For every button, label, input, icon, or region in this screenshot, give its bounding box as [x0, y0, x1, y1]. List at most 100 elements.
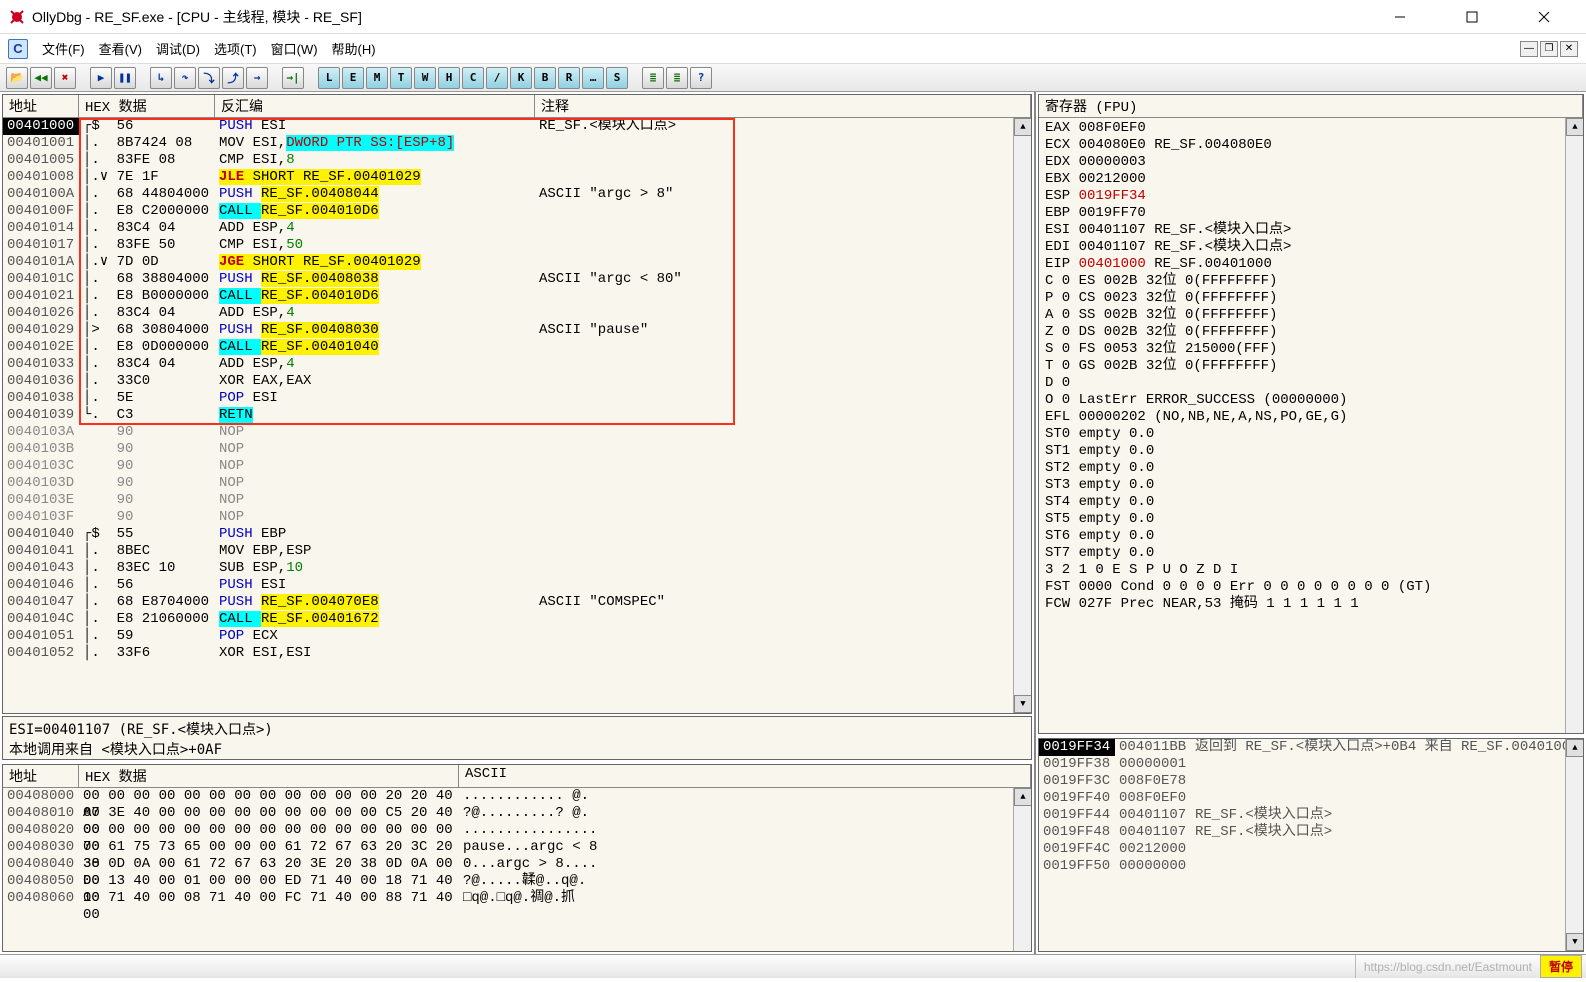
- tb-b[interactable]: B: [534, 67, 556, 89]
- disasm-row[interactable]: 00401052│. 33F6XOR ESI,ESI: [3, 645, 1031, 662]
- scroll-down[interactable]: ▼: [1014, 695, 1031, 713]
- disasm-row[interactable]: 00401021│. E8 B0000000CALL RE_SF.004010D…: [3, 288, 1031, 305]
- tb-m[interactable]: M: [366, 67, 388, 89]
- disasm-row[interactable]: 0040103A 90NOP: [3, 424, 1031, 441]
- col-hex[interactable]: HEX 数据: [79, 95, 215, 117]
- dump-col-hex[interactable]: HEX 数据: [79, 765, 459, 787]
- dump-row[interactable]: 0040803070 61 75 73 65 00 00 00 61 72 67…: [3, 839, 1031, 856]
- menu-help[interactable]: 帮助(H): [332, 39, 376, 58]
- disasm-row[interactable]: 00401046│. 56PUSH ESI: [3, 577, 1031, 594]
- stack-row[interactable]: 0019FF3C008F0E78: [1039, 773, 1583, 790]
- registers-pane[interactable]: 寄存器 (FPU) EAX 008F0EF0ECX 004080E0 RE_SF…: [1038, 94, 1584, 734]
- disasm-row[interactable]: 0040103F 90NOP: [3, 509, 1031, 526]
- dump-row[interactable]: 00408010A7 3E 40 00 00 00 00 00 00 00 00…: [3, 805, 1031, 822]
- tb-traceinto[interactable]: ⤵: [198, 67, 220, 89]
- stack-row[interactable]: 0019FF3800000001: [1039, 756, 1583, 773]
- scroll-down[interactable]: ▼: [1566, 933, 1583, 951]
- tb-t[interactable]: T: [390, 67, 412, 89]
- disasm-row[interactable]: 00401038│. 5EPOP ESI: [3, 390, 1031, 407]
- dump-pane[interactable]: 地址 HEX 数据 ASCII 0040800000 00 00 00 00 0…: [2, 764, 1032, 952]
- dump-row[interactable]: 0040800000 00 00 00 00 00 00 00 00 00 00…: [3, 788, 1031, 805]
- close-button[interactable]: [1522, 2, 1566, 32]
- tb-h[interactable]: H: [438, 67, 460, 89]
- disasm-row[interactable]: 0040100F│. E8 C2000000CALL RE_SF.004010D…: [3, 203, 1031, 220]
- stack-row[interactable]: 0019FF4800401107RE_SF.<模块入口点>: [1039, 824, 1583, 841]
- disasm-row[interactable]: 00401040┌$ 55PUSH EBP: [3, 526, 1031, 543]
- mdi-minimize[interactable]: —: [1520, 41, 1538, 57]
- disasm-row[interactable]: 00401001│. 8B7424 08MOV ESI,DWORD PTR SS…: [3, 135, 1031, 152]
- menu-options[interactable]: 选项(T): [214, 39, 257, 58]
- tb-pause[interactable]: ❚❚: [114, 67, 136, 89]
- tb-goto[interactable]: →|: [282, 67, 304, 89]
- disasm-row[interactable]: 0040103E 90NOP: [3, 492, 1031, 509]
- tb-r[interactable]: R: [558, 67, 580, 89]
- tb-c[interactable]: C: [462, 67, 484, 89]
- stack-row[interactable]: 0019FF4C00212000: [1039, 841, 1583, 858]
- disasm-row[interactable]: 00401014│. 83C4 04ADD ESP,4: [3, 220, 1031, 237]
- disassembly-pane[interactable]: 地址 HEX 数据 反汇编 注释 00401000┌$ 56PUSH ESIRE…: [2, 94, 1032, 714]
- menu-file[interactable]: 文件(F): [42, 39, 85, 58]
- disasm-row[interactable]: 0040101C│. 68 38804000PUSH RE_SF.0040803…: [3, 271, 1031, 288]
- stack-pane[interactable]: 0019FF34004011BB返回到 RE_SF.<模块入口点>+0B4 来自…: [1038, 738, 1584, 953]
- mdi-restore[interactable]: ❐: [1540, 41, 1558, 57]
- disasm-row[interactable]: 0040102E│. E8 0D000000CALL RE_SF.0040104…: [3, 339, 1031, 356]
- scroll-up[interactable]: ▲: [1014, 118, 1031, 136]
- scroll-up[interactable]: ▲: [1566, 118, 1583, 136]
- cpu-icon[interactable]: C: [8, 39, 28, 59]
- tb-open[interactable]: 📂: [6, 67, 28, 89]
- tb-tillret[interactable]: →: [246, 67, 268, 89]
- disasm-row[interactable]: 00401051│. 59POP ECX: [3, 628, 1031, 645]
- tb-e[interactable]: E: [342, 67, 364, 89]
- tb-help[interactable]: ?: [690, 67, 712, 89]
- disasm-row[interactable]: 00401047│. 68 E8704000PUSH RE_SF.004070E…: [3, 594, 1031, 611]
- col-disasm[interactable]: 反汇编: [215, 95, 535, 117]
- disasm-row[interactable]: 00401029│> 68 30804000PUSH RE_SF.0040803…: [3, 322, 1031, 339]
- disasm-row[interactable]: 0040103C 90NOP: [3, 458, 1031, 475]
- disasm-row[interactable]: 00401043│. 83EC 10SUB ESP,10: [3, 560, 1031, 577]
- disasm-row[interactable]: 00401026│. 83C4 04ADD ESP,4: [3, 305, 1031, 322]
- disasm-row[interactable]: 0040101A│.∨ 7D 0DJGE SHORT RE_SF.0040102…: [3, 254, 1031, 271]
- dump-row[interactable]: 0040804030 0D 0A 00 61 72 67 63 20 3E 20…: [3, 856, 1031, 873]
- reg-header[interactable]: 寄存器 (FPU): [1039, 95, 1583, 117]
- col-address[interactable]: 地址: [3, 95, 79, 117]
- stack-row[interactable]: 0019FF4400401107RE_SF.<模块入口点>: [1039, 807, 1583, 824]
- maximize-button[interactable]: [1450, 2, 1494, 32]
- stack-row[interactable]: 0019FF40008F0EF0: [1039, 790, 1583, 807]
- tb-k[interactable]: K: [510, 67, 532, 89]
- dump-row[interactable]: 0040806010 71 40 00 08 71 40 00 FC 71 40…: [3, 890, 1031, 907]
- tb-stepinto[interactable]: ↳: [150, 67, 172, 89]
- dump-row[interactable]: 0040802000 00 00 00 00 00 00 00 00 00 00…: [3, 822, 1031, 839]
- tb-w[interactable]: W: [414, 67, 436, 89]
- disasm-row[interactable]: 00401017│. 83FE 50CMP ESI,50: [3, 237, 1031, 254]
- tb-…[interactable]: …: [582, 67, 604, 89]
- disasm-row[interactable]: 00401008│.∨ 7E 1FJLE SHORT RE_SF.0040102…: [3, 169, 1031, 186]
- tb-l[interactable]: L: [318, 67, 340, 89]
- dump-row[interactable]: 00408050D0 13 40 00 01 00 00 00 ED 71 40…: [3, 873, 1031, 890]
- tb-run[interactable]: ▶: [90, 67, 112, 89]
- dump-col-ascii[interactable]: ASCII: [459, 765, 1031, 787]
- menu-debug[interactable]: 调试(D): [156, 39, 200, 58]
- menu-window[interactable]: 窗口(W): [271, 39, 318, 58]
- tb-close[interactable]: ✖: [54, 67, 76, 89]
- disasm-row[interactable]: 0040100A│. 68 44804000PUSH RE_SF.0040804…: [3, 186, 1031, 203]
- col-comment[interactable]: 注释: [535, 95, 1031, 117]
- disasm-row[interactable]: 00401036│. 33C0XOR EAX,EAX: [3, 373, 1031, 390]
- scroll-up[interactable]: ▲: [1566, 739, 1583, 757]
- disasm-row[interactable]: 0040104C│. E8 21060000CALL RE_SF.0040167…: [3, 611, 1031, 628]
- menu-view[interactable]: 查看(V): [99, 39, 142, 58]
- dump-col-addr[interactable]: 地址: [3, 765, 79, 787]
- tb-/[interactable]: /: [486, 67, 508, 89]
- stack-row[interactable]: 0019FF34004011BB返回到 RE_SF.<模块入口点>+0B4 来自…: [1039, 739, 1583, 756]
- mdi-close[interactable]: ✕: [1560, 41, 1578, 57]
- disasm-row[interactable]: 00401033│. 83C4 04ADD ESP,4: [3, 356, 1031, 373]
- disasm-row[interactable]: 00401005│. 83FE 08CMP ESI,8: [3, 152, 1031, 169]
- tb-traceover[interactable]: ⤴: [222, 67, 244, 89]
- tb-settings2[interactable]: ≣: [666, 67, 688, 89]
- tb-s[interactable]: S: [606, 67, 628, 89]
- stack-row[interactable]: 0019FF5000000000: [1039, 858, 1583, 875]
- scroll-up[interactable]: ▲: [1014, 788, 1031, 806]
- disasm-row[interactable]: 00401000┌$ 56PUSH ESIRE_SF.<模块入口点>: [3, 118, 1031, 135]
- tb-stepover[interactable]: ↷: [174, 67, 196, 89]
- disasm-row[interactable]: 00401041│. 8BECMOV EBP,ESP: [3, 543, 1031, 560]
- disasm-row[interactable]: 0040103D 90NOP: [3, 475, 1031, 492]
